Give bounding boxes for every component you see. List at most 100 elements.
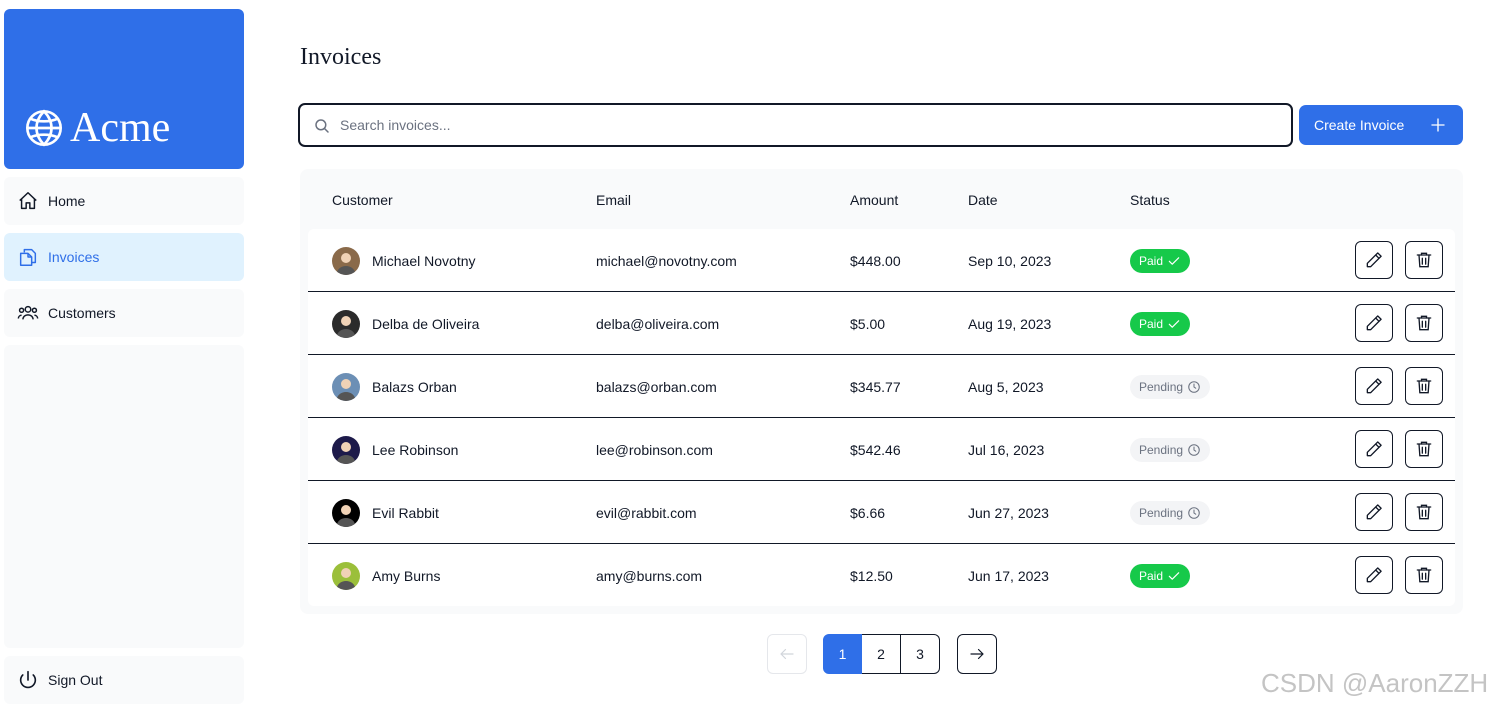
- invoice-amount: $6.66: [850, 504, 886, 521]
- status-badge: Paid: [1130, 248, 1191, 273]
- sidebar-item-home[interactable]: Home: [4, 177, 244, 225]
- pagination-prev-button[interactable]: [767, 634, 807, 674]
- avatar: [332, 498, 360, 527]
- trash-icon: [1416, 504, 1432, 520]
- delete-invoice-button[interactable]: [1405, 556, 1443, 594]
- avatar-image: [332, 309, 360, 338]
- avatar: [332, 246, 360, 275]
- header-customer: Customer: [332, 192, 393, 208]
- edit-invoice-button[interactable]: [1355, 430, 1393, 468]
- arrow-left-icon: [780, 648, 794, 660]
- invoice-date: Aug 19, 2023: [968, 315, 1052, 332]
- delete-invoice-button[interactable]: [1405, 241, 1443, 279]
- pencil-icon: [1366, 378, 1382, 394]
- customer-cell: Lee Robinson: [332, 418, 458, 481]
- trash-icon: [1416, 567, 1432, 583]
- invoice-amount: $5.00: [850, 315, 886, 332]
- pagination-page-3[interactable]: 3: [901, 634, 940, 674]
- avatar-image: [332, 561, 360, 590]
- home-icon: [19, 192, 37, 210]
- user-group-icon: [17, 305, 39, 320]
- document-duplicate-icon: [19, 248, 37, 266]
- table-row: Delba de Oliveira delba@oliveira.com $5.…: [308, 292, 1455, 355]
- status-badge: Paid: [1130, 563, 1191, 588]
- power-icon: [19, 670, 37, 689]
- trash-icon: [1416, 252, 1432, 268]
- watermark: CSDN @AaronZZH: [1261, 668, 1489, 698]
- table-row: Evil Rabbit evil@rabbit.com $6.66 Jun 27…: [308, 481, 1455, 544]
- customer-cell: Delba de Oliveira: [332, 292, 479, 355]
- pencil-icon: [1366, 504, 1382, 520]
- delete-invoice-button[interactable]: [1405, 430, 1443, 468]
- status-badge: Pending: [1130, 374, 1211, 399]
- edit-invoice-button[interactable]: [1355, 493, 1393, 531]
- delete-invoice-button[interactable]: [1405, 304, 1443, 342]
- pagination-pages: 123: [823, 634, 940, 674]
- invoice-date: Jun 17, 2023: [968, 567, 1049, 584]
- clock-icon: [1188, 506, 1200, 519]
- avatar: [332, 435, 360, 464]
- header-email: Email: [596, 192, 632, 208]
- pagination-page-2[interactable]: 2: [862, 634, 901, 674]
- table-row: Balazs Orban balazs@orban.com $345.77 Au…: [308, 355, 1455, 418]
- avatar-image: [332, 498, 360, 527]
- edit-invoice-button[interactable]: [1355, 304, 1393, 342]
- table-row: Lee Robinson lee@robinson.com $542.46 Ju…: [308, 418, 1455, 481]
- plus-icon: [1431, 118, 1445, 132]
- invoice-date: Jun 27, 2023: [968, 504, 1049, 521]
- table-row: Michael Novotny michael@novotny.com $448…: [308, 229, 1455, 292]
- pencil-icon: [1366, 567, 1382, 583]
- customer-cell: Evil Rabbit: [332, 481, 439, 544]
- sidebar-item-label: Customers: [48, 305, 116, 321]
- invoice-date: Jul 16, 2023: [968, 441, 1045, 458]
- status-badge: Pending: [1130, 437, 1211, 462]
- sidebar: Acme Home Invoices Customers Sign Out: [4, 9, 244, 704]
- arrow-right-icon: [970, 648, 984, 660]
- customer-email: amy@burns.com: [596, 567, 703, 584]
- header-amount: Amount: [850, 192, 899, 208]
- customer-name: Balazs Orban: [372, 378, 457, 395]
- sidebar-item-customers[interactable]: Customers: [4, 289, 244, 337]
- sign-out-button[interactable]: Sign Out: [4, 656, 244, 704]
- globe-icon: [26, 109, 62, 147]
- customer-name: Delba de Oliveira: [372, 315, 480, 332]
- sidebar-item-invoices[interactable]: Invoices: [4, 233, 244, 281]
- invoice-amount: $12.50: [850, 567, 893, 584]
- invoice-amount: $448.00: [850, 252, 901, 269]
- avatar-image: [332, 372, 360, 401]
- create-invoice-button[interactable]: Create Invoice: [1299, 105, 1463, 145]
- search-input[interactable]: [340, 105, 1280, 145]
- status-label: Pending: [1139, 442, 1184, 457]
- customer-name: Michael Novotny: [372, 252, 476, 269]
- edit-invoice-button[interactable]: [1355, 556, 1393, 594]
- pagination-next-button[interactable]: [957, 634, 997, 674]
- pencil-icon: [1366, 441, 1382, 457]
- edit-invoice-button[interactable]: [1355, 367, 1393, 405]
- customer-cell: Amy Burns: [332, 544, 440, 607]
- avatar-image: [332, 435, 360, 464]
- sidebar-item-label: Home: [48, 193, 86, 209]
- logo-link[interactable]: Acme: [4, 9, 244, 169]
- acme-logo: Acme: [24, 105, 170, 151]
- trash-icon: [1416, 441, 1432, 457]
- invoice-amount: $345.77: [850, 378, 901, 395]
- header-date: Date: [968, 192, 998, 208]
- check-icon: [1168, 319, 1180, 328]
- customer-name: Evil Rabbit: [372, 504, 439, 521]
- search-icon: [315, 119, 329, 133]
- delete-invoice-button[interactable]: [1405, 367, 1443, 405]
- status-label: Pending: [1139, 379, 1184, 394]
- brand-name: Acme: [70, 105, 171, 151]
- status-badge: Pending: [1130, 500, 1211, 525]
- status-label: Paid: [1139, 316, 1164, 331]
- pencil-icon: [1366, 252, 1382, 268]
- pagination-page-1[interactable]: 1: [823, 634, 862, 674]
- table-body: Michael Novotny michael@novotny.com $448…: [308, 229, 1455, 606]
- edit-invoice-button[interactable]: [1355, 241, 1393, 279]
- create-invoice-label: Create Invoice: [1314, 117, 1405, 133]
- check-icon: [1168, 571, 1180, 580]
- delete-invoice-button[interactable]: [1405, 493, 1443, 531]
- search-box: [298, 103, 1293, 147]
- status-label: Paid: [1139, 568, 1164, 583]
- customer-email: balazs@orban.com: [596, 378, 717, 395]
